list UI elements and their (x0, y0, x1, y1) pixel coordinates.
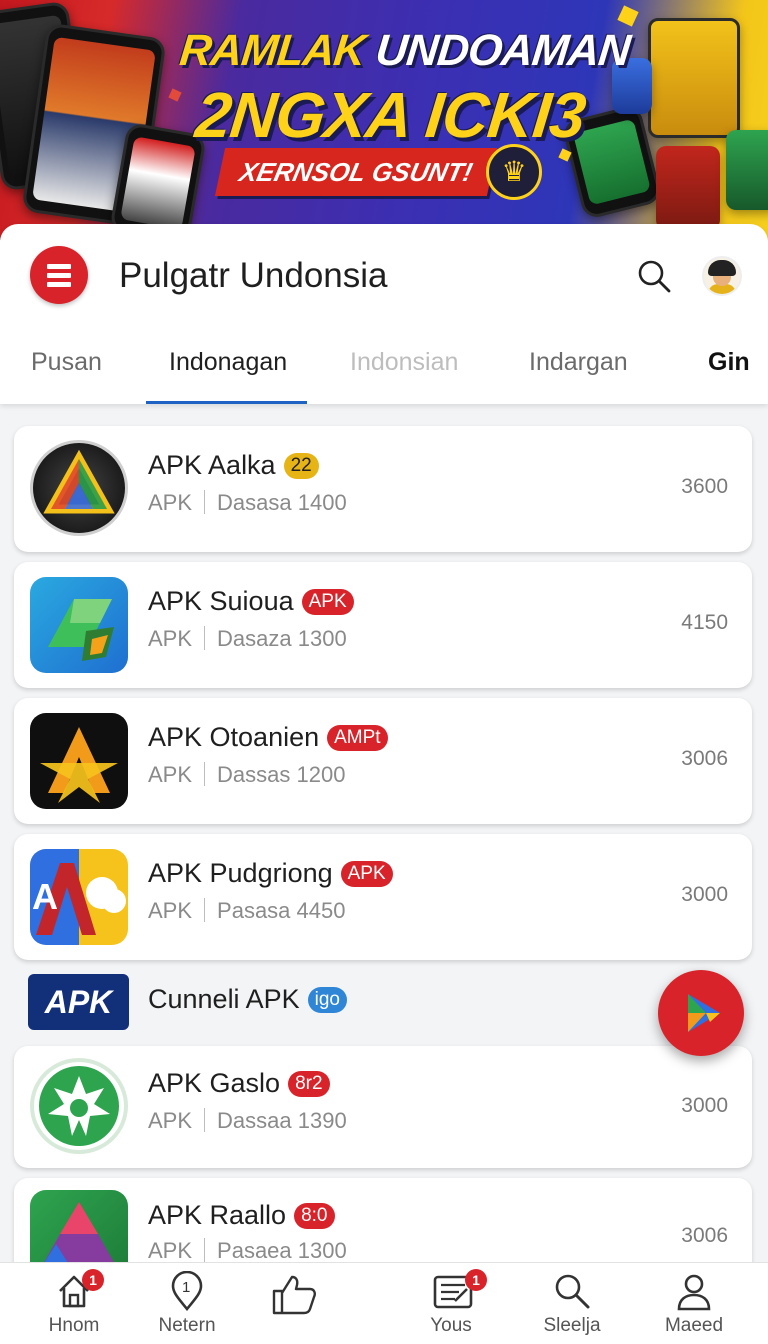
app-header: Pulgatr Undonsia Pusan Indonagan Indonsi… (0, 224, 768, 404)
app-meta: APK Pasasa 4450 (148, 898, 346, 923)
nav-yous[interactable]: 1 Yous (401, 1263, 501, 1344)
banner-confetti (168, 88, 182, 102)
list-item[interactable]: APK Suioua APK APK Dasaza 1300 4150 (14, 562, 752, 688)
svg-text:A: A (32, 876, 58, 917)
app-name: APK Gaslo (148, 1068, 281, 1098)
app-meta: APK Dasaza 1300 (148, 626, 347, 651)
tab-indonsian[interactable]: Indonsian (350, 348, 458, 377)
page-title: Pulgatr Undonsia (119, 256, 388, 295)
download-count: 3000 (681, 883, 728, 906)
nav-label: Maeed (664, 1315, 724, 1336)
profile-icon (677, 1274, 711, 1311)
app-name: APK Aalka (148, 450, 276, 480)
search-icon (555, 1274, 590, 1309)
app-badge: 8r2 (288, 1071, 330, 1097)
app-meta: APK Dassas 1200 (148, 762, 346, 787)
nav-label: Netern (158, 1315, 216, 1336)
nav-label: Sleelja (543, 1315, 601, 1336)
list-item[interactable]: APK Aalka 22 APK Dasasa 1400 3600 (14, 426, 752, 552)
tab-pusan[interactable]: Pusan (31, 348, 102, 377)
app-logo-icon[interactable] (30, 246, 88, 304)
nav-netern[interactable]: 1 Netern (137, 1263, 237, 1344)
download-count: 3000 (681, 1094, 728, 1117)
banner-product-can (726, 130, 768, 210)
app-meta: APK Dasasa 1400 (148, 490, 347, 515)
app-meta: APK Pasaea 1300 (148, 1238, 347, 1263)
app-badge: 8:0 (294, 1203, 335, 1229)
folder-map-icon (30, 577, 128, 673)
crown-medal-icon: ♛ (486, 144, 542, 200)
app-name: APK Raallo (148, 1200, 287, 1230)
nav-label: Yous (430, 1315, 472, 1336)
list-item[interactable]: APK Otoanien AMPt APK Dassas 1200 3006 (14, 698, 752, 824)
app-badge: 22 (283, 453, 319, 479)
nav-label: Hnom (48, 1315, 100, 1336)
search-button[interactable] (636, 258, 672, 294)
nav-home[interactable]: 1 Hnom (24, 1263, 124, 1344)
gear-star-icon (30, 1058, 128, 1154)
app-name: APK Suioua (148, 586, 294, 616)
cloud-a-icon: A (30, 849, 128, 945)
banner-headline-large: 2NGXA ICKI3 (192, 79, 589, 151)
search-icon (638, 260, 671, 293)
tab-indonagan[interactable]: Indonagan (169, 348, 287, 377)
active-tab-indicator (146, 401, 307, 404)
list-item[interactable]: APK Gaslo 8r2 APK Dassaa 1390 3000 (14, 1046, 752, 1168)
app-badge: AMPt (327, 725, 388, 751)
category-tabs: Pusan Indonagan Indonsian Indargan Gin (0, 332, 768, 404)
banner-subtitle: XERNSOL GSUNT! (214, 148, 498, 196)
prism-icon (30, 440, 128, 536)
nav-profile[interactable]: Maeed (644, 1263, 744, 1344)
tab-indargan[interactable]: Indargan (529, 348, 628, 377)
star-a-icon (30, 713, 128, 809)
app-name: APK Otoanien (148, 722, 320, 752)
banner-confetti (617, 5, 639, 27)
nav-like[interactable] (250, 1263, 350, 1344)
promo-banner[interactable]: RAMLAK UNDOAMAN 2NGXA ICKI3 XERNSOL GSUN… (0, 0, 768, 240)
bottom-navigation: 1 Hnom 1 Netern 1 Yous Sleelja Maeed (0, 1262, 768, 1344)
nav-search[interactable]: Sleelja (522, 1263, 622, 1344)
app-badge: APK (340, 861, 393, 887)
notification-badge: 1 (465, 1269, 487, 1291)
avatar[interactable] (702, 256, 742, 296)
notification-badge: 1 (82, 1269, 104, 1291)
play-icon (688, 994, 720, 1032)
list-item[interactable]: A APK Pudgriong APK APK Pasasa 4450 3000 (14, 834, 752, 960)
app-badge: igo (307, 987, 347, 1013)
app-name: APK Pudgriong (148, 858, 333, 888)
location-pin-icon: 1 (171, 1271, 203, 1311)
play-store-fab[interactable] (658, 970, 744, 1056)
banner-product-can (656, 146, 720, 230)
svg-text:1: 1 (182, 1279, 190, 1296)
app-name: Cunneli APK (148, 984, 300, 1014)
banner-headline: RAMLAK UNDOAMAN (177, 26, 633, 75)
list-item[interactable]: APK Cunneli APK igo (0, 972, 768, 1042)
banner-product-can (648, 18, 740, 138)
app-badge: APK (301, 589, 354, 615)
apk-chip: APK (28, 974, 129, 1030)
download-count: 3600 (681, 475, 728, 498)
thumbs-up-icon (272, 1275, 316, 1315)
app-meta: APK Dassaa 1390 (148, 1108, 347, 1133)
download-count: 4150 (681, 611, 728, 634)
download-count: 3006 (681, 1224, 728, 1247)
tab-gin[interactable]: Gin (708, 348, 750, 377)
download-count: 3006 (681, 747, 728, 770)
